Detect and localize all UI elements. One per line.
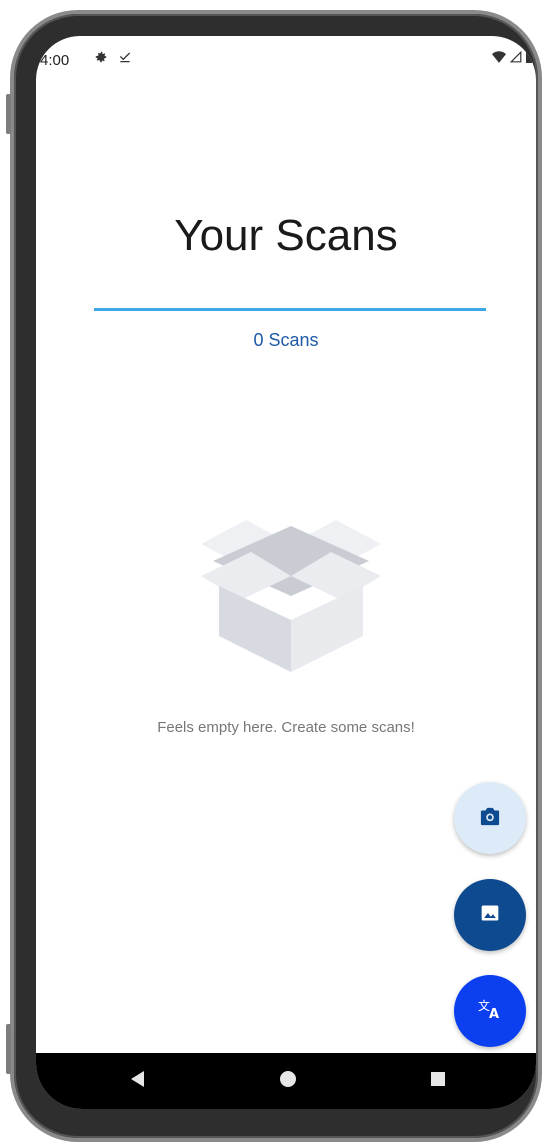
translate-button[interactable]: 文 A xyxy=(454,975,526,1047)
side-button-power xyxy=(6,1024,11,1074)
home-button[interactable] xyxy=(258,1053,318,1109)
phone-screen: 4:00 Your Scans 0 Scans Feels empty here… xyxy=(36,36,536,1109)
wifi-icon xyxy=(492,50,506,67)
back-button[interactable] xyxy=(108,1053,168,1109)
title-divider xyxy=(94,308,486,311)
recents-button[interactable] xyxy=(408,1053,468,1109)
back-icon xyxy=(130,1070,146,1093)
home-icon xyxy=(279,1070,297,1093)
status-icons-left xyxy=(94,50,132,68)
translate-icon: 文 A xyxy=(477,997,503,1026)
empty-state-message: Feels empty here. Create some scans! xyxy=(157,719,415,736)
signal-icon xyxy=(509,50,522,67)
image-icon xyxy=(480,903,500,928)
download-done-icon xyxy=(118,50,132,68)
svg-text:A: A xyxy=(489,1007,499,1021)
status-time: 4:00 xyxy=(40,52,70,69)
side-button-volume xyxy=(6,94,11,134)
gallery-import-button[interactable] xyxy=(454,879,526,951)
open-box-icon xyxy=(191,506,391,676)
scan-count: 0 Scans xyxy=(253,330,319,350)
page-title: Your Scans xyxy=(174,211,398,260)
status-icons-right xyxy=(492,50,532,67)
navigation-bar xyxy=(36,1053,536,1109)
recents-icon xyxy=(430,1071,446,1092)
battery-icon xyxy=(526,50,532,67)
status-bar: 4:00 xyxy=(36,36,536,80)
gear-icon xyxy=(94,50,108,68)
camera-icon xyxy=(479,806,501,831)
camera-scan-button[interactable] xyxy=(454,782,526,854)
